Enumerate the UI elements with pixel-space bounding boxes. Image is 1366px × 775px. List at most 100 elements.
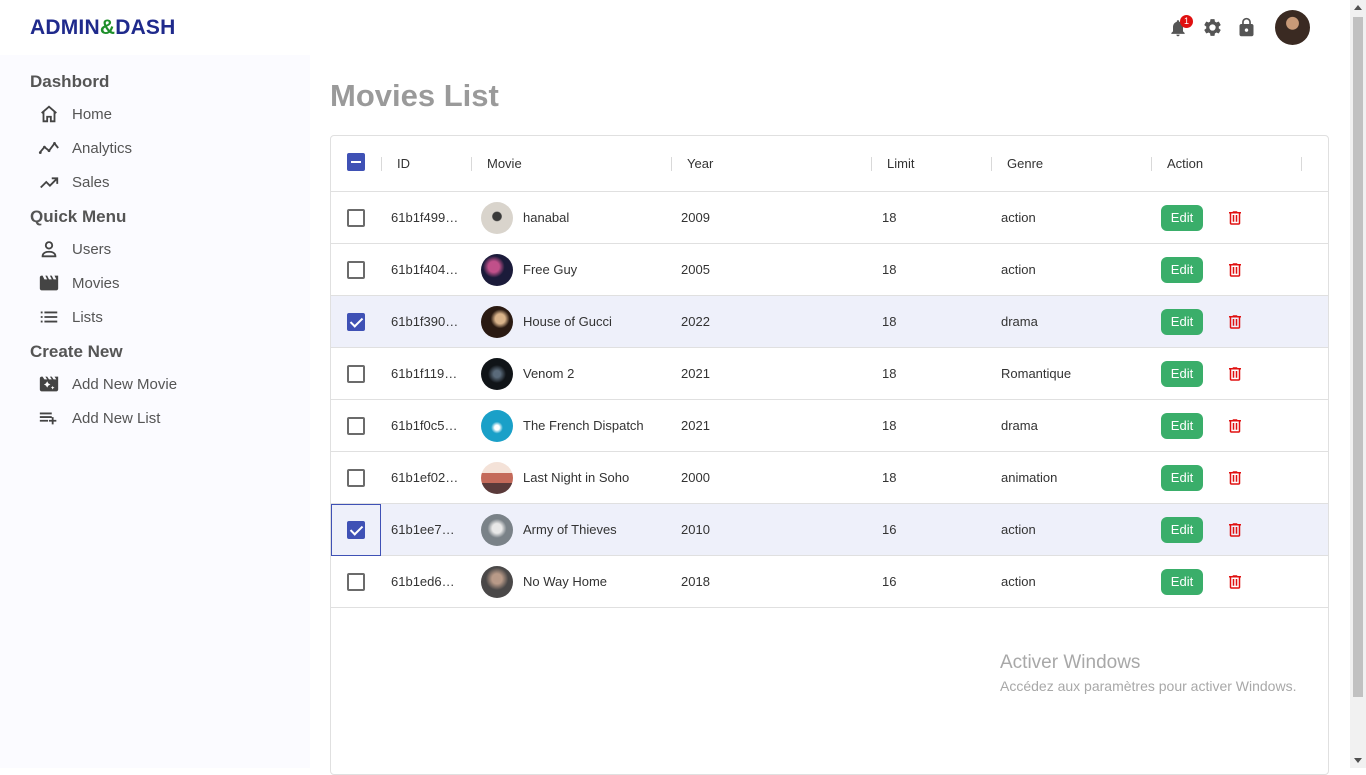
sidebar-item-add-new-movie[interactable]: Add New Movie <box>38 373 177 395</box>
sidebar-item-home[interactable]: Home <box>38 103 112 125</box>
movie-thumbnail <box>481 514 513 546</box>
page-scrollbar[interactable] <box>1350 0 1366 768</box>
sidebar: Dashbord Home Analytics Sales Quick Menu… <box>0 55 310 768</box>
row-checkbox[interactable] <box>347 313 365 331</box>
edit-button[interactable]: Edit <box>1161 309 1203 335</box>
home-icon <box>41 105 57 123</box>
column-separator[interactable] <box>871 157 872 171</box>
trash-icon[interactable] <box>1226 363 1244 385</box>
cell-id: 61b1f0c5… <box>391 418 458 433</box>
column-separator[interactable] <box>471 157 472 171</box>
row-checkbox[interactable] <box>347 417 365 435</box>
trash-icon[interactable] <box>1226 259 1244 281</box>
list-icon <box>40 311 58 323</box>
column-separator[interactable] <box>381 157 382 171</box>
cell-year: 2021 <box>681 418 710 433</box>
movie-thumbnail <box>481 202 513 234</box>
cell-movie: Free Guy <box>523 262 578 277</box>
edit-button[interactable]: Edit <box>1161 361 1203 387</box>
row-checkbox[interactable] <box>347 365 365 383</box>
cell-limit: 16 <box>882 522 897 537</box>
table-row[interactable]: 61b1ed6… No Way Home 2018 16 action Edit <box>331 556 1328 608</box>
cell-limit: 18 <box>882 418 897 433</box>
row-checkbox[interactable] <box>347 521 365 539</box>
notification-bell-icon[interactable]: 1 <box>1167 14 1193 39</box>
trash-icon[interactable] <box>1226 311 1244 333</box>
sidebar-item-add-new-list[interactable]: Add New List <box>38 407 160 429</box>
table-row[interactable]: 61b1f404… Free Guy 2005 18 action Edit <box>331 244 1328 296</box>
trash-icon[interactable] <box>1226 467 1244 489</box>
sidebar-item-users[interactable]: Users <box>38 238 111 260</box>
sidebar-item-label: Users <box>72 240 112 258</box>
column-separator[interactable] <box>1151 157 1152 171</box>
edit-button[interactable]: Edit <box>1161 517 1203 543</box>
trash-icon[interactable] <box>1226 519 1244 541</box>
table-row[interactable]: 61b1f0c5… The French Dispatch 2021 18 drama E… <box>331 400 1328 452</box>
sidebar-item-label: Home <box>72 105 113 123</box>
edit-button[interactable]: Edit <box>1161 413 1203 439</box>
column-separator[interactable] <box>671 157 672 171</box>
sidebar-item-lists[interactable]: Lists <box>38 306 103 328</box>
cell-movie: Army of Thieves <box>523 522 617 537</box>
column-header-movie[interactable]: Movie <box>487 136 522 192</box>
logo-ampersand: & <box>99 16 116 39</box>
table-row[interactable]: 61b1f499… hanabal 2009 18 action Edit <box>331 192 1328 244</box>
row-checkbox[interactable] <box>347 573 365 591</box>
cell-id: 61b1ef02… <box>391 470 459 485</box>
scroll-thumb[interactable] <box>1353 17 1363 697</box>
column-separator[interactable] <box>991 157 992 171</box>
logo-admin: ADMIN <box>30 16 100 39</box>
scroll-up-arrow[interactable] <box>1354 5 1362 10</box>
cell-movie: Last Night in Soho <box>523 470 630 485</box>
trash-icon[interactable] <box>1226 207 1244 229</box>
section-title-quick-menu: Quick Menu <box>30 207 127 226</box>
edit-button[interactable]: Edit <box>1161 569 1203 595</box>
cell-year: 2009 <box>681 210 710 225</box>
sidebar-item-analytics[interactable]: Analytics <box>38 137 132 159</box>
column-header-id[interactable]: ID <box>397 136 410 192</box>
column-header-genre[interactable]: Genre <box>1007 136 1043 192</box>
table-row[interactable]: 61b1f390… House of Gucci 2022 18 drama Edit <box>331 296 1328 348</box>
cell-id: 61b1f499… <box>391 210 459 225</box>
sidebar-item-sales[interactable]: Sales <box>38 171 110 193</box>
gear-icon[interactable] <box>1201 17 1223 39</box>
select-all-checkbox[interactable] <box>347 153 365 171</box>
logo-dash: DASH <box>115 16 176 39</box>
cell-movie: No Way Home <box>523 574 608 589</box>
table-row[interactable]: 61b1f119… Venom 2 2021 18 Romantique Edit <box>331 348 1328 400</box>
lock-icon[interactable] <box>1235 17 1257 39</box>
trash-icon[interactable] <box>1226 571 1244 593</box>
section-title-create-new: Create New <box>30 342 123 361</box>
cell-year: 2005 <box>681 262 710 277</box>
column-header-action[interactable]: Action <box>1167 136 1203 192</box>
cell-year: 2021 <box>681 366 710 381</box>
top-icons: 1 <box>1167 10 1310 45</box>
user-avatar[interactable] <box>1275 10 1310 45</box>
sidebar-item-movies[interactable]: Movies <box>38 272 120 294</box>
cell-id: 61b1f404… <box>391 262 459 277</box>
scroll-down-arrow[interactable] <box>1354 758 1362 763</box>
cell-genre: action <box>1001 522 1036 537</box>
sidebar-item-label: Add New Movie <box>72 375 178 393</box>
edit-button[interactable]: Edit <box>1161 205 1203 231</box>
column-header-limit[interactable]: Limit <box>887 136 914 192</box>
cell-movie: hanabal <box>523 210 570 225</box>
table-row[interactable]: 61b1ef02… Last Night in Soho 2000 18 animati… <box>331 452 1328 504</box>
column-separator[interactable] <box>1301 157 1302 171</box>
cell-limit: 18 <box>882 470 897 485</box>
row-checkbox[interactable] <box>347 261 365 279</box>
cell-limit: 18 <box>882 210 897 225</box>
cell-genre: action <box>1001 574 1036 589</box>
app-logo[interactable]: ADMIN&DASH <box>30 16 176 40</box>
windows-activation-watermark: Activer Windows Accédez aux paramètres p… <box>1000 652 1296 694</box>
column-header-year[interactable]: Year <box>687 136 713 192</box>
table-row[interactable]: 61b1ee7… Army of Thieves 2010 16 action Edit <box>331 504 1328 556</box>
edit-button[interactable]: Edit <box>1161 465 1203 491</box>
row-checkbox[interactable] <box>347 209 365 227</box>
edit-button[interactable]: Edit <box>1161 257 1203 283</box>
cell-limit: 18 <box>882 262 897 277</box>
sidebar-item-label: Sales <box>72 173 110 191</box>
grid-header: ID Movie Year Limit Genre Action <box>331 136 1328 192</box>
trash-icon[interactable] <box>1226 415 1244 437</box>
row-checkbox[interactable] <box>347 469 365 487</box>
